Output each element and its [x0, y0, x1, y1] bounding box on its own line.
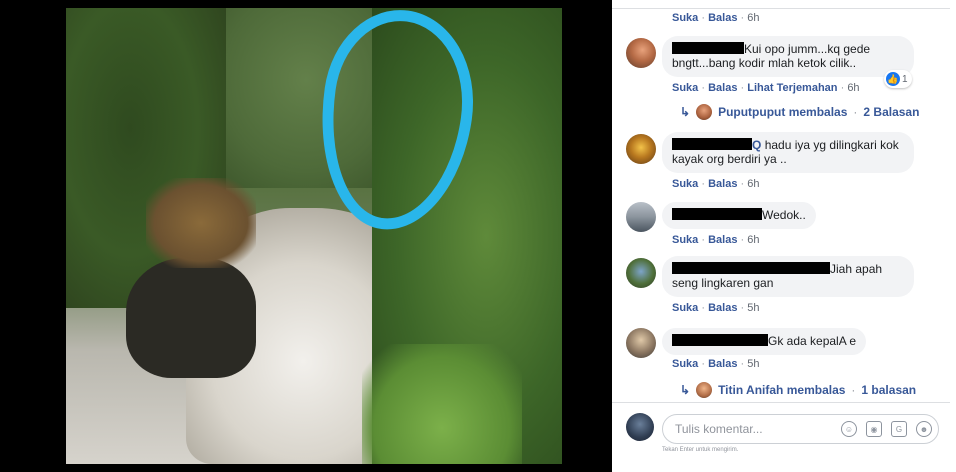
comment-bubble: Wedok..	[662, 202, 816, 229]
reply-link[interactable]: Balas	[708, 178, 737, 190]
like-link[interactable]: Suka	[672, 358, 698, 370]
post-photo[interactable]	[66, 8, 562, 464]
divider	[612, 8, 956, 9]
comment-actions: Suka · Balas · 6h	[672, 178, 760, 190]
comment-time[interactable]: 6h	[747, 12, 759, 24]
photo-fern	[362, 344, 522, 464]
comment-time[interactable]: 5h	[747, 358, 759, 370]
redacted-name	[672, 208, 762, 220]
reaction-number: 1	[902, 73, 908, 85]
redacted-name	[672, 138, 752, 150]
like-link[interactable]: Suka	[672, 12, 698, 24]
sticker-icon[interactable]: ☻	[916, 421, 932, 437]
reply-arrow-icon: ↳	[680, 383, 691, 397]
comment-composer: ☺ ◉ G ☻ Tekan Enter untuk mengirim.	[612, 402, 956, 472]
comment-actions: Suka · Balas · 5h	[672, 302, 760, 314]
reply-link[interactable]: Balas	[708, 234, 737, 246]
comment-input-box: ☺ ◉ G ☻	[662, 414, 939, 444]
reply-count: 1 balasan	[861, 383, 917, 397]
avatar	[626, 413, 654, 441]
avatar[interactable]	[626, 202, 656, 232]
comment-bubble: Gk ada kepalA e	[662, 328, 867, 355]
comment-time[interactable]: 6h	[747, 178, 759, 190]
comment-bubble: Q hadu iya yg dilingkari kok kayak org b…	[662, 132, 914, 173]
avatar	[696, 382, 713, 398]
composer-hint: Tekan Enter untuk mengirim.	[662, 447, 739, 453]
comment-text: Gk ada kepalA e	[768, 334, 857, 348]
comment-text: Wedok..	[762, 208, 806, 222]
comment-bubble: Jiah apah seng lingkaren gan	[662, 256, 914, 297]
like-link[interactable]: Suka	[672, 234, 698, 246]
avatar	[696, 104, 713, 120]
like-link[interactable]: Suka	[672, 178, 698, 190]
emoji-icon[interactable]: ☺	[841, 421, 857, 437]
tagged-name[interactable]: Q	[752, 138, 761, 152]
comment-actions: Suka · Balas · 6h	[672, 12, 760, 24]
replies-summary[interactable]: ↳ Titin Anifah membalas · 1 balasan	[680, 382, 916, 398]
avatar[interactable]	[626, 134, 656, 164]
comment-time[interactable]: 6h	[747, 234, 759, 246]
comment-input[interactable]	[675, 422, 832, 436]
reply-count: 2 Balasan	[863, 105, 920, 119]
replies-summary[interactable]: ↳ Puputpuput membalas · 2 Balasan	[680, 104, 919, 120]
like-link[interactable]: Suka	[672, 302, 698, 314]
comments-panel: Suka · Balas · 6h Kui opo jumm...kq gede…	[612, 0, 956, 472]
comment-time[interactable]: 6h	[847, 82, 859, 94]
reply-link[interactable]: Balas	[708, 302, 737, 314]
photo-rock	[126, 258, 256, 378]
scrollbar[interactable]	[950, 8, 956, 464]
comment-actions: Suka · Balas · 6h	[672, 234, 760, 246]
avatar[interactable]	[626, 328, 656, 358]
reaction-count[interactable]: 👍 1	[884, 70, 912, 88]
reply-arrow-icon: ↳	[680, 105, 691, 119]
redacted-name	[672, 334, 768, 346]
reply-author: Titin Anifah membalas	[718, 383, 846, 397]
reply-link[interactable]: Balas	[708, 82, 737, 94]
redacted-name	[672, 262, 830, 274]
photo-people-group	[146, 178, 256, 268]
reply-link[interactable]: Balas	[708, 358, 737, 370]
comment-actions: Suka · Balas · 5h	[672, 358, 760, 370]
like-icon: 👍	[886, 72, 900, 86]
comment-bubble: Kui opo jumm...kq gede bngtt...bang kodi…	[662, 36, 914, 77]
reply-author: Puputpuput membalas	[718, 105, 848, 119]
reply-link[interactable]: Balas	[708, 12, 737, 24]
translate-link[interactable]: Lihat Terjemahan	[747, 82, 837, 94]
avatar[interactable]	[626, 258, 656, 288]
comment-actions: Suka · Balas · Lihat Terjemahan · 6h	[672, 82, 860, 94]
comment-time[interactable]: 5h	[747, 302, 759, 314]
photo-viewer	[0, 0, 612, 472]
gif-icon[interactable]: G	[891, 421, 907, 437]
avatar[interactable]	[626, 38, 656, 68]
camera-icon[interactable]: ◉	[866, 421, 882, 437]
redacted-name	[672, 42, 744, 54]
like-link[interactable]: Suka	[672, 82, 698, 94]
